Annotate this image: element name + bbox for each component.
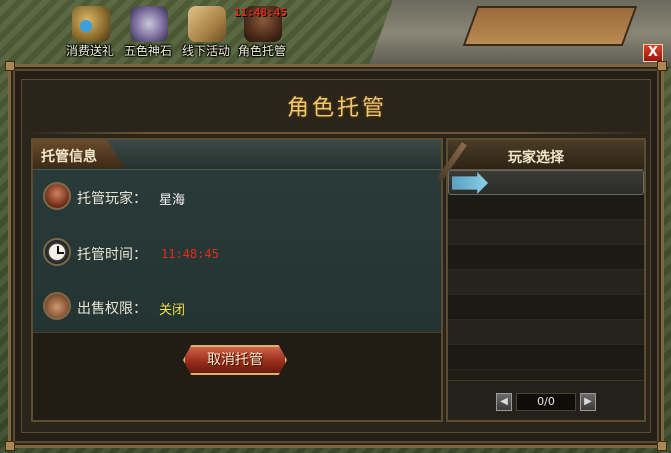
next-page-button[interactable]: ▶ bbox=[580, 393, 596, 411]
player-label: 托管玩家： bbox=[77, 191, 147, 207]
dialog-title: 角色托管 bbox=[286, 96, 387, 121]
hosting-info-footer: 取消托管 bbox=[33, 332, 441, 420]
dialog-body: 角色托管 托管信息 托管玩家： 星海 托管时间： 11:48:45 出售权限： … bbox=[21, 79, 652, 433]
player-value: 星海 bbox=[159, 193, 186, 208]
player-list bbox=[448, 170, 644, 370]
activity-label: 角色托管 bbox=[237, 44, 286, 58]
money-bag-icon bbox=[43, 292, 71, 320]
permission-value: 关闭 bbox=[159, 303, 186, 318]
activity-consume-gift[interactable]: 消费送礼 bbox=[60, 2, 120, 62]
player-select-header: 玩家选择 bbox=[436, 140, 644, 182]
role-hosting-dialog: 角色托管 托管信息 托管玩家： 星海 托管时间： 11:48:45 出售权限： … bbox=[5, 61, 667, 451]
frame-corner bbox=[5, 61, 15, 71]
player-list-item[interactable] bbox=[448, 195, 644, 220]
top-timer: 11:48:45 bbox=[234, 6, 287, 19]
player-list-item[interactable] bbox=[448, 320, 644, 345]
frame-corner bbox=[5, 441, 15, 451]
time-value: 11:48:45 bbox=[161, 247, 219, 261]
activity-offline-event[interactable]: 线下活动 bbox=[176, 2, 236, 62]
close-button[interactable]: X bbox=[643, 44, 663, 62]
gift-icon bbox=[72, 6, 110, 42]
player-select-panel: 玩家选择 ◀ 0/0 ▶ bbox=[436, 138, 646, 422]
frame-corner bbox=[657, 61, 667, 71]
player-list-item[interactable] bbox=[448, 345, 644, 370]
player-icon bbox=[43, 182, 71, 210]
section-title: 托管信息 bbox=[41, 149, 97, 165]
player-list-item[interactable] bbox=[448, 270, 644, 295]
player-list-item[interactable] bbox=[448, 220, 644, 245]
time-label: 托管时间： bbox=[77, 247, 147, 263]
frame-corner bbox=[657, 441, 667, 451]
player-select-title: 玩家选择 bbox=[508, 150, 564, 166]
info-row-time: 托管时间： 11:48:45 bbox=[43, 238, 423, 268]
hosting-info-body: 托管玩家： 星海 托管时间： 11:48:45 出售权限： 关闭 bbox=[33, 170, 441, 332]
hosting-info-panel: 托管信息 托管玩家： 星海 托管时间： 11:48:45 出售权限： 关闭 取消… bbox=[31, 138, 443, 422]
city-courtyard bbox=[462, 6, 638, 46]
stone-icon bbox=[130, 6, 168, 42]
pager: ◀ 0/0 ▶ bbox=[448, 380, 644, 420]
map-icon bbox=[188, 6, 226, 42]
section-header: 托管信息 bbox=[33, 140, 441, 170]
activity-five-color-stone[interactable]: 五色神石 bbox=[118, 2, 178, 62]
prev-page-button[interactable]: ◀ bbox=[496, 393, 512, 411]
title-divider bbox=[22, 132, 652, 134]
player-list-item[interactable] bbox=[448, 295, 644, 320]
info-row-permission: 出售权限： 关闭 bbox=[43, 292, 423, 322]
info-row-player: 托管玩家： 星海 bbox=[43, 182, 423, 212]
permission-label: 出售权限： bbox=[77, 301, 147, 317]
page-indicator: 0/0 bbox=[516, 393, 576, 411]
player-list-item[interactable] bbox=[448, 245, 644, 270]
cancel-hosting-button[interactable]: 取消托管 bbox=[183, 345, 287, 375]
clock-icon bbox=[43, 238, 71, 266]
